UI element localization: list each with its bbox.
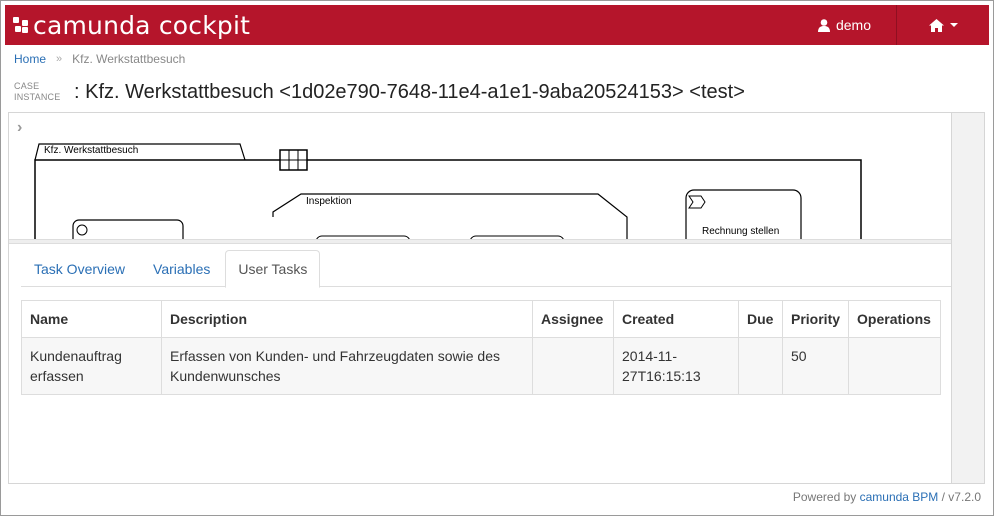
user-name: demo <box>835 17 872 33</box>
home-menu[interactable] <box>897 5 989 45</box>
task-operations-cell <box>848 337 941 395</box>
page-header: CASE INSTANCE : Kfz. Werkstattbesuch <1d… <box>14 77 745 107</box>
footer-prefix: Powered by <box>792 490 857 504</box>
task-due-cell <box>738 337 783 395</box>
chevron-right-icon[interactable]: › <box>17 119 22 137</box>
column-header-created[interactable]: Created <box>613 300 739 338</box>
top-navbar: camunda cockpit demo <box>5 5 989 45</box>
app-name: camunda cockpit <box>33 10 251 40</box>
user-icon <box>817 18 830 32</box>
right-sidebar-strip[interactable] <box>952 112 985 484</box>
column-header-description[interactable]: Description <box>161 300 533 338</box>
user-menu[interactable]: demo <box>793 5 897 45</box>
breadcrumb-separator: » <box>56 53 63 65</box>
task-created-cell: 2014-11- 27T16:15:13 <box>613 337 739 395</box>
chevron-down-icon <box>949 23 958 27</box>
cmmn-diagram[interactable]: › Kfz. Werkstattbesuch Inspektion Rechnu… <box>9 113 951 239</box>
case-instance-panel: › Kfz. Werkstattbesuch Inspektion Rechnu… <box>8 112 952 484</box>
footer-camunda-link[interactable]: camunda BPM <box>860 490 939 504</box>
panel-splitter[interactable] <box>9 239 951 244</box>
home-icon <box>928 18 944 32</box>
task-priority-cell: 50 <box>781 337 850 395</box>
table-header-row: Name Description Assignee Created Due Pr… <box>21 300 941 338</box>
task-name-cell: Kundenauftrag erfassen <box>21 337 162 395</box>
task-description-cell: Erfassen von Kunden- und Fahrzeugdaten s… <box>161 337 533 395</box>
column-header-priority[interactable]: Priority <box>781 300 850 338</box>
diagram-caseplan-label: Kfz. Werkstattbesuch <box>44 145 139 156</box>
tab-task-overview[interactable]: Task Overview <box>21 250 138 287</box>
column-header-operations[interactable]: Operations <box>848 300 941 338</box>
breadcrumb-home-link[interactable]: Home <box>14 52 46 66</box>
column-header-due[interactable]: Due <box>738 300 783 338</box>
footer: Powered by camunda BPM / v7.2.0 <box>793 490 981 504</box>
tab-variables[interactable]: Variables <box>140 250 223 287</box>
camunda-logo-icon <box>13 17 29 33</box>
page-title: : Kfz. Werkstattbesuch <1d02e790-7648-11… <box>74 80 745 103</box>
column-header-assignee[interactable]: Assignee <box>532 300 614 338</box>
tab-bar: Task Overview Variables User Tasks <box>21 250 951 288</box>
table-row[interactable]: Kundenauftrag erfassen Erfassen von Kund… <box>21 337 941 395</box>
column-header-name[interactable]: Name <box>21 300 162 338</box>
footer-version: / v7.2.0 <box>941 490 981 504</box>
breadcrumb: Home » Kfz. Werkstattbesuch <box>14 52 185 66</box>
case-instance-label: CASE INSTANCE <box>14 81 61 102</box>
task-assignee-cell <box>532 337 614 395</box>
user-tasks-table: Name Description Assignee Created Due Pr… <box>21 300 941 395</box>
breadcrumb-current: Kfz. Werkstattbesuch <box>72 52 186 66</box>
diagram-task-label: Rechnung stellen <box>702 226 780 237</box>
diagram-stage-label: Inspektion <box>306 196 352 207</box>
tab-user-tasks[interactable]: User Tasks <box>225 250 321 288</box>
app-brand[interactable]: camunda cockpit <box>13 5 250 45</box>
